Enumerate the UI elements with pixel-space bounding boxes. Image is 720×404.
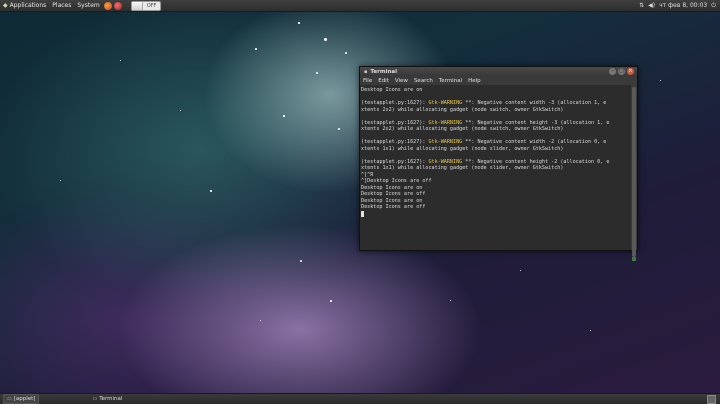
bottom-panel: ▭ [applet] ▭ Terminal <box>0 393 720 404</box>
star <box>660 80 661 81</box>
clock[interactable]: чт фев 8, 00:03 <box>659 2 707 9</box>
terminal-window[interactable]: ▪ Terminal – □ × File Edit View Search T… <box>359 66 638 261</box>
terminal-icon: ▭ <box>92 396 98 402</box>
star <box>60 180 61 181</box>
window-controls: – □ × <box>609 68 634 75</box>
menu-edit[interactable]: Edit <box>375 78 392 84</box>
terminal-titlebar[interactable]: ▪ Terminal – □ × <box>360 67 637 76</box>
terminal-window-icon: ▪ <box>364 68 368 75</box>
star <box>300 260 302 262</box>
help-launcher-icon[interactable] <box>113 1 122 10</box>
places-menu[interactable]: Places <box>49 0 74 11</box>
firefox-launcher-icon[interactable] <box>103 1 112 10</box>
maximize-icon[interactable]: □ <box>618 68 625 75</box>
star <box>120 60 121 61</box>
applications-label: Applications <box>9 2 47 9</box>
star <box>316 72 318 74</box>
network-icon[interactable]: ⇅ <box>639 2 644 9</box>
terminal-output[interactable]: Desktop Icons are on (testapplet.py:1627)… <box>360 85 631 250</box>
terminal-prompt-line <box>361 210 630 218</box>
power-icon[interactable]: ⏻ <box>711 2 716 10</box>
taskbar-terminal-label: Terminal <box>99 396 123 402</box>
menu-terminal[interactable]: Terminal <box>436 78 465 84</box>
star <box>450 300 451 301</box>
star <box>210 190 212 192</box>
menu-view[interactable]: View <box>392 78 411 84</box>
applications-icon: ◆ <box>3 2 8 9</box>
toggle-knob <box>131 1 143 10</box>
star <box>255 48 257 50</box>
star <box>520 270 521 271</box>
terminal-scrollbar[interactable] <box>631 85 637 261</box>
window-icon: ▭ <box>7 396 12 402</box>
star <box>283 115 285 117</box>
scrollbar-thumb[interactable] <box>632 87 636 261</box>
applications-menu[interactable]: ◆ Applications <box>0 0 49 11</box>
star <box>330 300 332 302</box>
system-tray: ⇅ ◀) чт фев 8, 00:03 ⏻ <box>639 2 720 10</box>
star <box>298 22 300 24</box>
system-menu[interactable]: System <box>74 0 102 11</box>
taskbar-applet-label: [applet] <box>13 396 36 402</box>
star <box>180 110 181 111</box>
menu-search[interactable]: Search <box>411 78 436 84</box>
terminal-menubar: File Edit View Search Terminal Help <box>360 76 637 85</box>
applet-toggle-switch[interactable]: OFF <box>130 0 162 11</box>
terminal-title: Terminal <box>370 68 397 75</box>
menu-help[interactable]: Help <box>465 78 484 84</box>
minimize-icon[interactable]: – <box>609 68 616 75</box>
terminal-cursor <box>361 210 364 217</box>
close-icon[interactable]: × <box>627 68 634 75</box>
taskbar-item-applet[interactable]: ▭ [applet] <box>3 394 40 404</box>
taskbar-item-terminal[interactable]: ▭ Terminal <box>89 395 125 403</box>
trash-icon[interactable] <box>707 394 716 404</box>
top-panel: ◆ Applications Places System OFF ⇅ ◀) чт… <box>0 0 720 12</box>
volume-icon[interactable]: ◀) <box>648 2 655 9</box>
star <box>338 128 340 130</box>
star <box>260 320 261 321</box>
star <box>590 330 591 331</box>
toggle-label: OFF <box>146 2 157 9</box>
star <box>345 52 347 54</box>
star <box>324 38 327 41</box>
menu-file[interactable]: File <box>360 78 375 84</box>
